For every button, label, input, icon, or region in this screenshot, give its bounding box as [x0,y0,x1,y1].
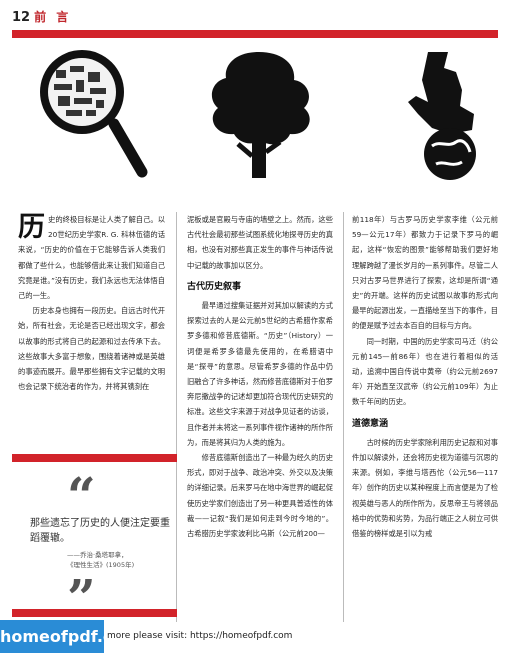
header-rule [12,30,498,38]
column-divider [343,212,344,622]
pull-quote: “ 那些遗忘了历史的人便注定要重蹈覆辙。 ——乔治·桑塔耶拿， 《理性生活》(19… [12,454,177,636]
footer-link-text[interactable]: more please visit: https://homeofpdf.com [107,631,292,641]
quote-source: ——乔治·桑塔耶拿， 《理性生活》(1905年) [67,551,135,569]
quote-top-rule [12,454,177,462]
section-title: 前 言 [34,10,72,24]
quote-text: 那些遗忘了历史的人便注定要重蹈覆辙。 [30,518,170,544]
paragraph: 前118年）与古罗马历史学家李维（公元前59—公元17年）都致力于记录下罗马的崛… [352,215,498,331]
section-heading: 道德意涵 [352,418,389,429]
hand-holding-globe-icon [408,52,476,180]
intro-paragraph: 历史的终极目标是让人类了解自己。以20世纪历史学家R. G. 科林伍德的话来说，… [18,212,165,301]
footer: homeofpdf.com more please visit: https:/… [0,620,522,653]
site-badge[interactable]: homeofpdf.com [0,620,140,653]
open-quote-mark: “ [67,466,96,525]
page-header: 12 前 言 [12,8,71,25]
paragraph: 古时候的历史学家除利用历史记叙和对事件加以解读外，还会将历史视为道德与沉思的来源… [352,437,498,539]
section-heading: 古代历史叙事 [187,281,242,292]
magnifying-glass-map-icon [40,50,148,178]
column-2: 泥板或是官殿与寺庙的墙壁之上。然而，这些古代社会最初那些试图系统化地探寻历史的真… [187,212,333,541]
paragraph: 历史本身也拥有一段历史。自远古时代开始，所有社会，无论是否已经出现文字，都会以故… [18,306,165,392]
paragraph: 同一时期，中国的历史学家司马迁（约公元前145—前86年）也在进行着相似的活动，… [352,336,498,407]
page-number: 12 [12,10,31,25]
quote-bottom-rule [12,609,177,617]
tree-icon [211,52,310,178]
drop-cap: 历 [18,212,45,243]
paragraph: 最早通过搜集证据并对其加以解读的方式探索过去的人是公元前5世纪的古希腊作家希罗多… [187,301,333,447]
paragraph: 修昔底德斯创造出了一种最为经久的历史形式，即对于战争、政治冲突、外交以及决策的详… [187,453,333,539]
paragraph: 泥板或是官殿与寺庙的墙壁之上。然而，这些古代社会最初那些试图系统化地探寻历史的真… [187,215,333,270]
column-3: 前118年）与古罗马历史学家李维（公元前59—公元17年）都致力于记录下罗马的崛… [352,212,498,541]
column-1: 历史的终极目标是让人类了解自己。以20世纪历史学家R. G. 科林伍德的话来说，… [18,212,165,394]
